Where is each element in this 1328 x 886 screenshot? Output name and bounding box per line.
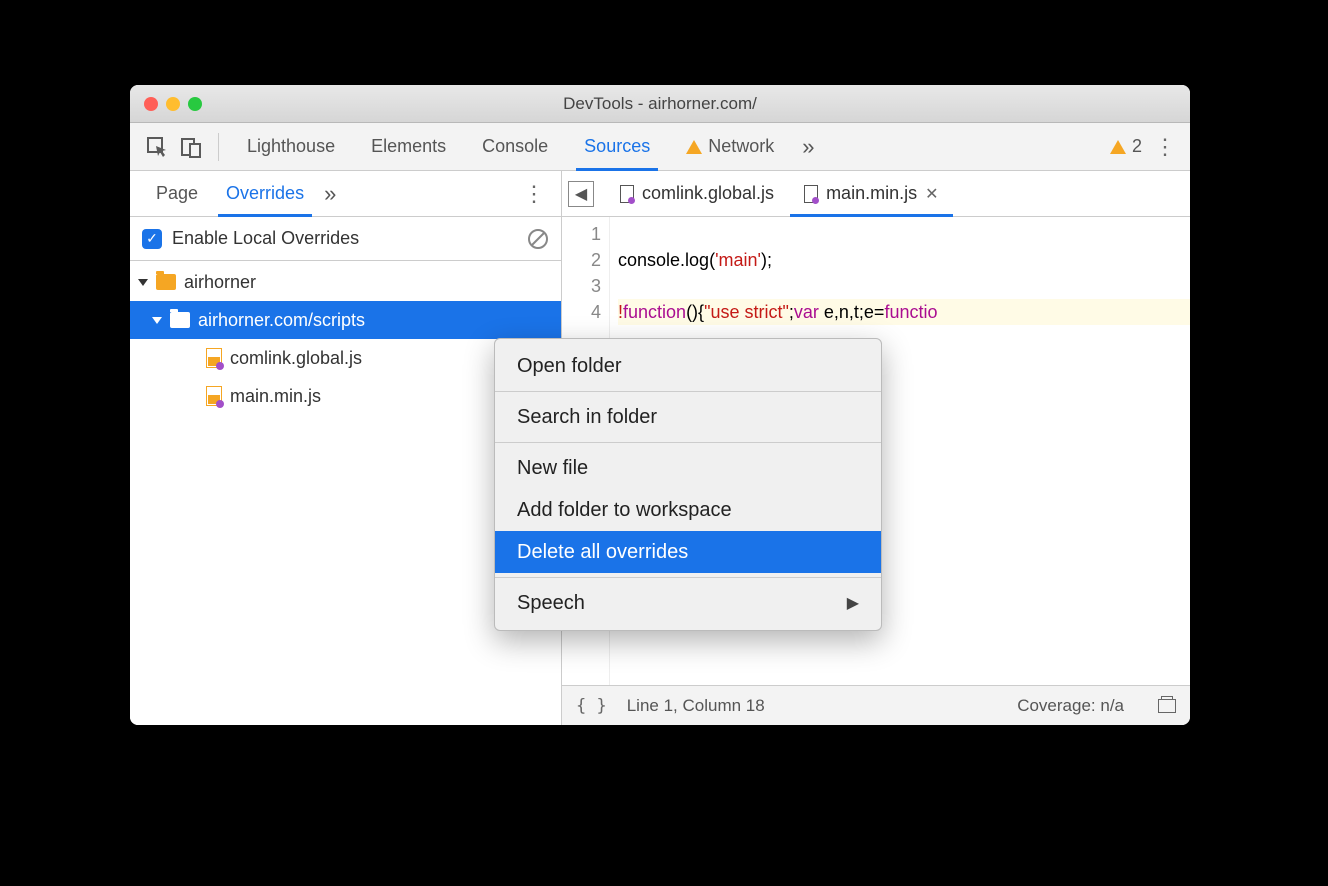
warning-icon (1110, 140, 1126, 154)
separator (495, 577, 881, 578)
navigator-menu-button[interactable]: ⋮ (519, 181, 549, 207)
maximize-button[interactable] (188, 97, 202, 111)
enable-overrides-checkbox[interactable]: ✓ (142, 229, 162, 249)
editor-tab[interactable]: main.min.js ✕ (790, 171, 952, 217)
cursor-position: Line 1, Column 18 (627, 696, 765, 716)
device-toggle-icon[interactable] (174, 130, 208, 164)
cm-new-file[interactable]: New file (495, 447, 881, 489)
warnings-indicator[interactable]: 2 (1102, 123, 1150, 171)
enable-overrides-row: ✓ Enable Local Overrides (130, 217, 561, 261)
navigator-sub-tabs: Page Overrides » ⋮ (130, 171, 561, 217)
folder-icon (170, 312, 190, 328)
editor-statusbar: { } Line 1, Column 18 Coverage: n/a (562, 685, 1190, 725)
settings-menu-button[interactable]: ⋮ (1150, 134, 1180, 160)
titlebar: DevTools - airhorner.com/ (130, 85, 1190, 123)
editor-tab[interactable]: comlink.global.js (606, 171, 788, 217)
tab-console[interactable]: Console (464, 123, 566, 171)
code-line: !function(){"use strict";var e,n,t;e=fun… (618, 299, 1190, 325)
warning-icon (686, 140, 702, 154)
chevron-down-icon (138, 279, 148, 286)
cm-add-folder-workspace[interactable]: Add folder to workspace (495, 489, 881, 531)
context-menu: Open folder Search in folder New file Ad… (494, 338, 882, 631)
coverage-label: Coverage: n/a (1017, 696, 1124, 716)
enable-overrides-label: Enable Local Overrides (172, 228, 359, 249)
chevron-down-icon (152, 317, 162, 324)
toggle-navigator-icon[interactable]: ◀ (568, 181, 594, 207)
tab-lighthouse[interactable]: Lighthouse (229, 123, 353, 171)
close-button[interactable] (144, 97, 158, 111)
clear-overrides-icon[interactable] (527, 228, 549, 250)
file-icon (804, 185, 818, 203)
tab-network[interactable]: Network (668, 123, 792, 171)
separator (495, 442, 881, 443)
close-tab-icon[interactable]: ✕ (925, 184, 938, 204)
cm-speech[interactable]: Speech ▶ (495, 582, 881, 624)
tab-elements[interactable]: Elements (353, 123, 464, 171)
sub-tab-overrides[interactable]: Overrides (212, 171, 318, 217)
cm-delete-all-overrides[interactable]: Delete all overrides (495, 531, 881, 573)
cm-search-in-folder[interactable]: Search in folder (495, 396, 881, 438)
traffic-lights (144, 97, 202, 111)
main-tabs: Lighthouse Elements Console Sources Netw… (130, 123, 1190, 171)
more-sub-tabs-button[interactable]: » (318, 181, 342, 207)
file-icon (206, 348, 222, 368)
folder-icon (156, 274, 176, 290)
separator (495, 391, 881, 392)
pretty-print-button[interactable]: { } (576, 696, 607, 716)
submenu-arrow-icon: ▶ (847, 593, 859, 613)
tab-sources[interactable]: Sources (566, 123, 668, 171)
file-icon (206, 386, 222, 406)
code-line: console.log('main'); (618, 250, 772, 270)
editor-tabs: ◀ comlink.global.js main.min.js ✕ (562, 171, 1190, 217)
tree-folder-root[interactable]: airhorner (130, 263, 561, 301)
popout-icon[interactable] (1158, 699, 1176, 713)
tree-folder-scripts[interactable]: airhorner.com/scripts (130, 301, 561, 339)
sub-tab-page[interactable]: Page (142, 171, 212, 217)
minimize-button[interactable] (166, 97, 180, 111)
file-icon (620, 185, 634, 203)
cm-open-folder[interactable]: Open folder (495, 345, 881, 387)
window-title: DevTools - airhorner.com/ (130, 94, 1190, 114)
more-tabs-button[interactable]: » (792, 134, 824, 160)
inspect-icon[interactable] (140, 130, 174, 164)
